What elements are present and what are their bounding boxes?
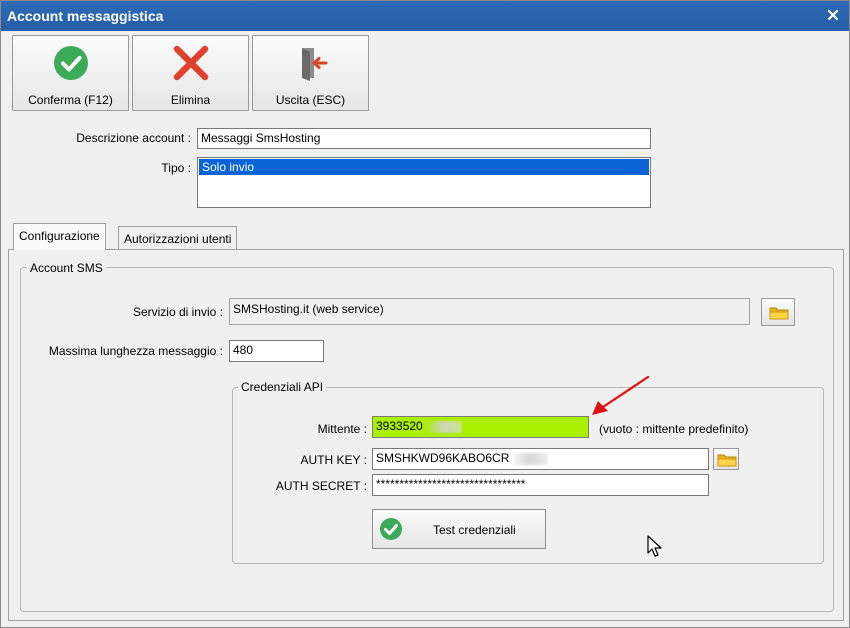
authsecret-input[interactable]: ********************************	[372, 474, 709, 496]
sender-hint: (vuoto : mittente predefinito)	[599, 422, 749, 436]
type-listbox[interactable]: Solo invio	[197, 157, 651, 208]
maxlen-input[interactable]: 480	[229, 340, 324, 362]
type-label: Tipo :	[161, 161, 191, 175]
authkey-input[interactable]: SMSHKWD96KABO6CR	[372, 448, 709, 470]
delete-label: Elimina	[170, 93, 211, 107]
exit-label: Uscita (ESC)	[275, 93, 346, 107]
confirm-button[interactable]: Conferma (F12)	[12, 35, 129, 111]
delete-x-icon	[173, 45, 209, 81]
redacted-blur	[423, 420, 462, 433]
service-value: SMSHosting.it (web service)	[233, 302, 384, 316]
description-value: Messaggi SmsHosting	[201, 131, 321, 145]
tab-autorizzazioni-utenti[interactable]: Autorizzazioni utenti	[118, 226, 238, 250]
exit-button[interactable]: Uscita (ESC)	[252, 35, 369, 111]
sender-label: Mittente :	[317, 422, 367, 436]
account-sms-group-title: Account SMS	[27, 261, 106, 275]
authkey-browse-button[interactable]	[713, 448, 739, 470]
service-label: Servizio di invio :	[132, 305, 223, 319]
check-circle-icon	[380, 518, 402, 540]
api-credentials-group-title: Credenziali API	[238, 380, 327, 394]
sender-value: 3933520	[376, 419, 423, 433]
tab-configurazione-label: Configurazione	[19, 229, 100, 243]
tab-autorizzazioni-label: Autorizzazioni utenti	[124, 232, 232, 246]
authkey-value: SMSHKWD96KABO6CR	[376, 451, 510, 465]
type-selected-item[interactable]: Solo invio	[199, 159, 649, 175]
service-browse-button[interactable]	[761, 298, 795, 326]
mouse-cursor-icon	[647, 535, 662, 557]
authsecret-label: AUTH SECRET :	[275, 479, 367, 493]
authkey-label: AUTH KEY :	[300, 453, 367, 467]
test-credentials-label: Test credenziali	[433, 523, 516, 537]
description-label: Descrizione account :	[76, 131, 191, 145]
maxlen-label: Massima lunghezza messaggio :	[48, 344, 223, 358]
tab-configurazione[interactable]: Configurazione	[13, 223, 106, 250]
delete-button[interactable]: Elimina	[132, 35, 249, 111]
description-input[interactable]: Messaggi SmsHosting	[197, 128, 651, 149]
redacted-blur	[510, 452, 549, 465]
sender-input[interactable]: 3933520	[372, 416, 589, 438]
authsecret-value: ********************************	[376, 477, 526, 491]
folder-icon	[769, 307, 789, 320]
service-field: SMSHosting.it (web service)	[229, 298, 750, 325]
maxlen-value: 480	[233, 343, 254, 357]
close-icon[interactable]	[825, 7, 841, 23]
dialog-window: Account messaggistica Conferma (F12) Eli…	[0, 0, 850, 628]
annotation-arrow-icon	[592, 375, 650, 415]
folder-icon	[717, 454, 737, 467]
window-title: Account messaggistica	[7, 8, 164, 24]
confirm-label: Conferma (F12)	[28, 93, 113, 107]
title-bar: Account messaggistica	[1, 1, 849, 31]
check-circle-icon	[53, 45, 89, 81]
test-credentials-button[interactable]: Test credenziali	[372, 509, 546, 549]
exit-door-icon	[293, 45, 329, 81]
